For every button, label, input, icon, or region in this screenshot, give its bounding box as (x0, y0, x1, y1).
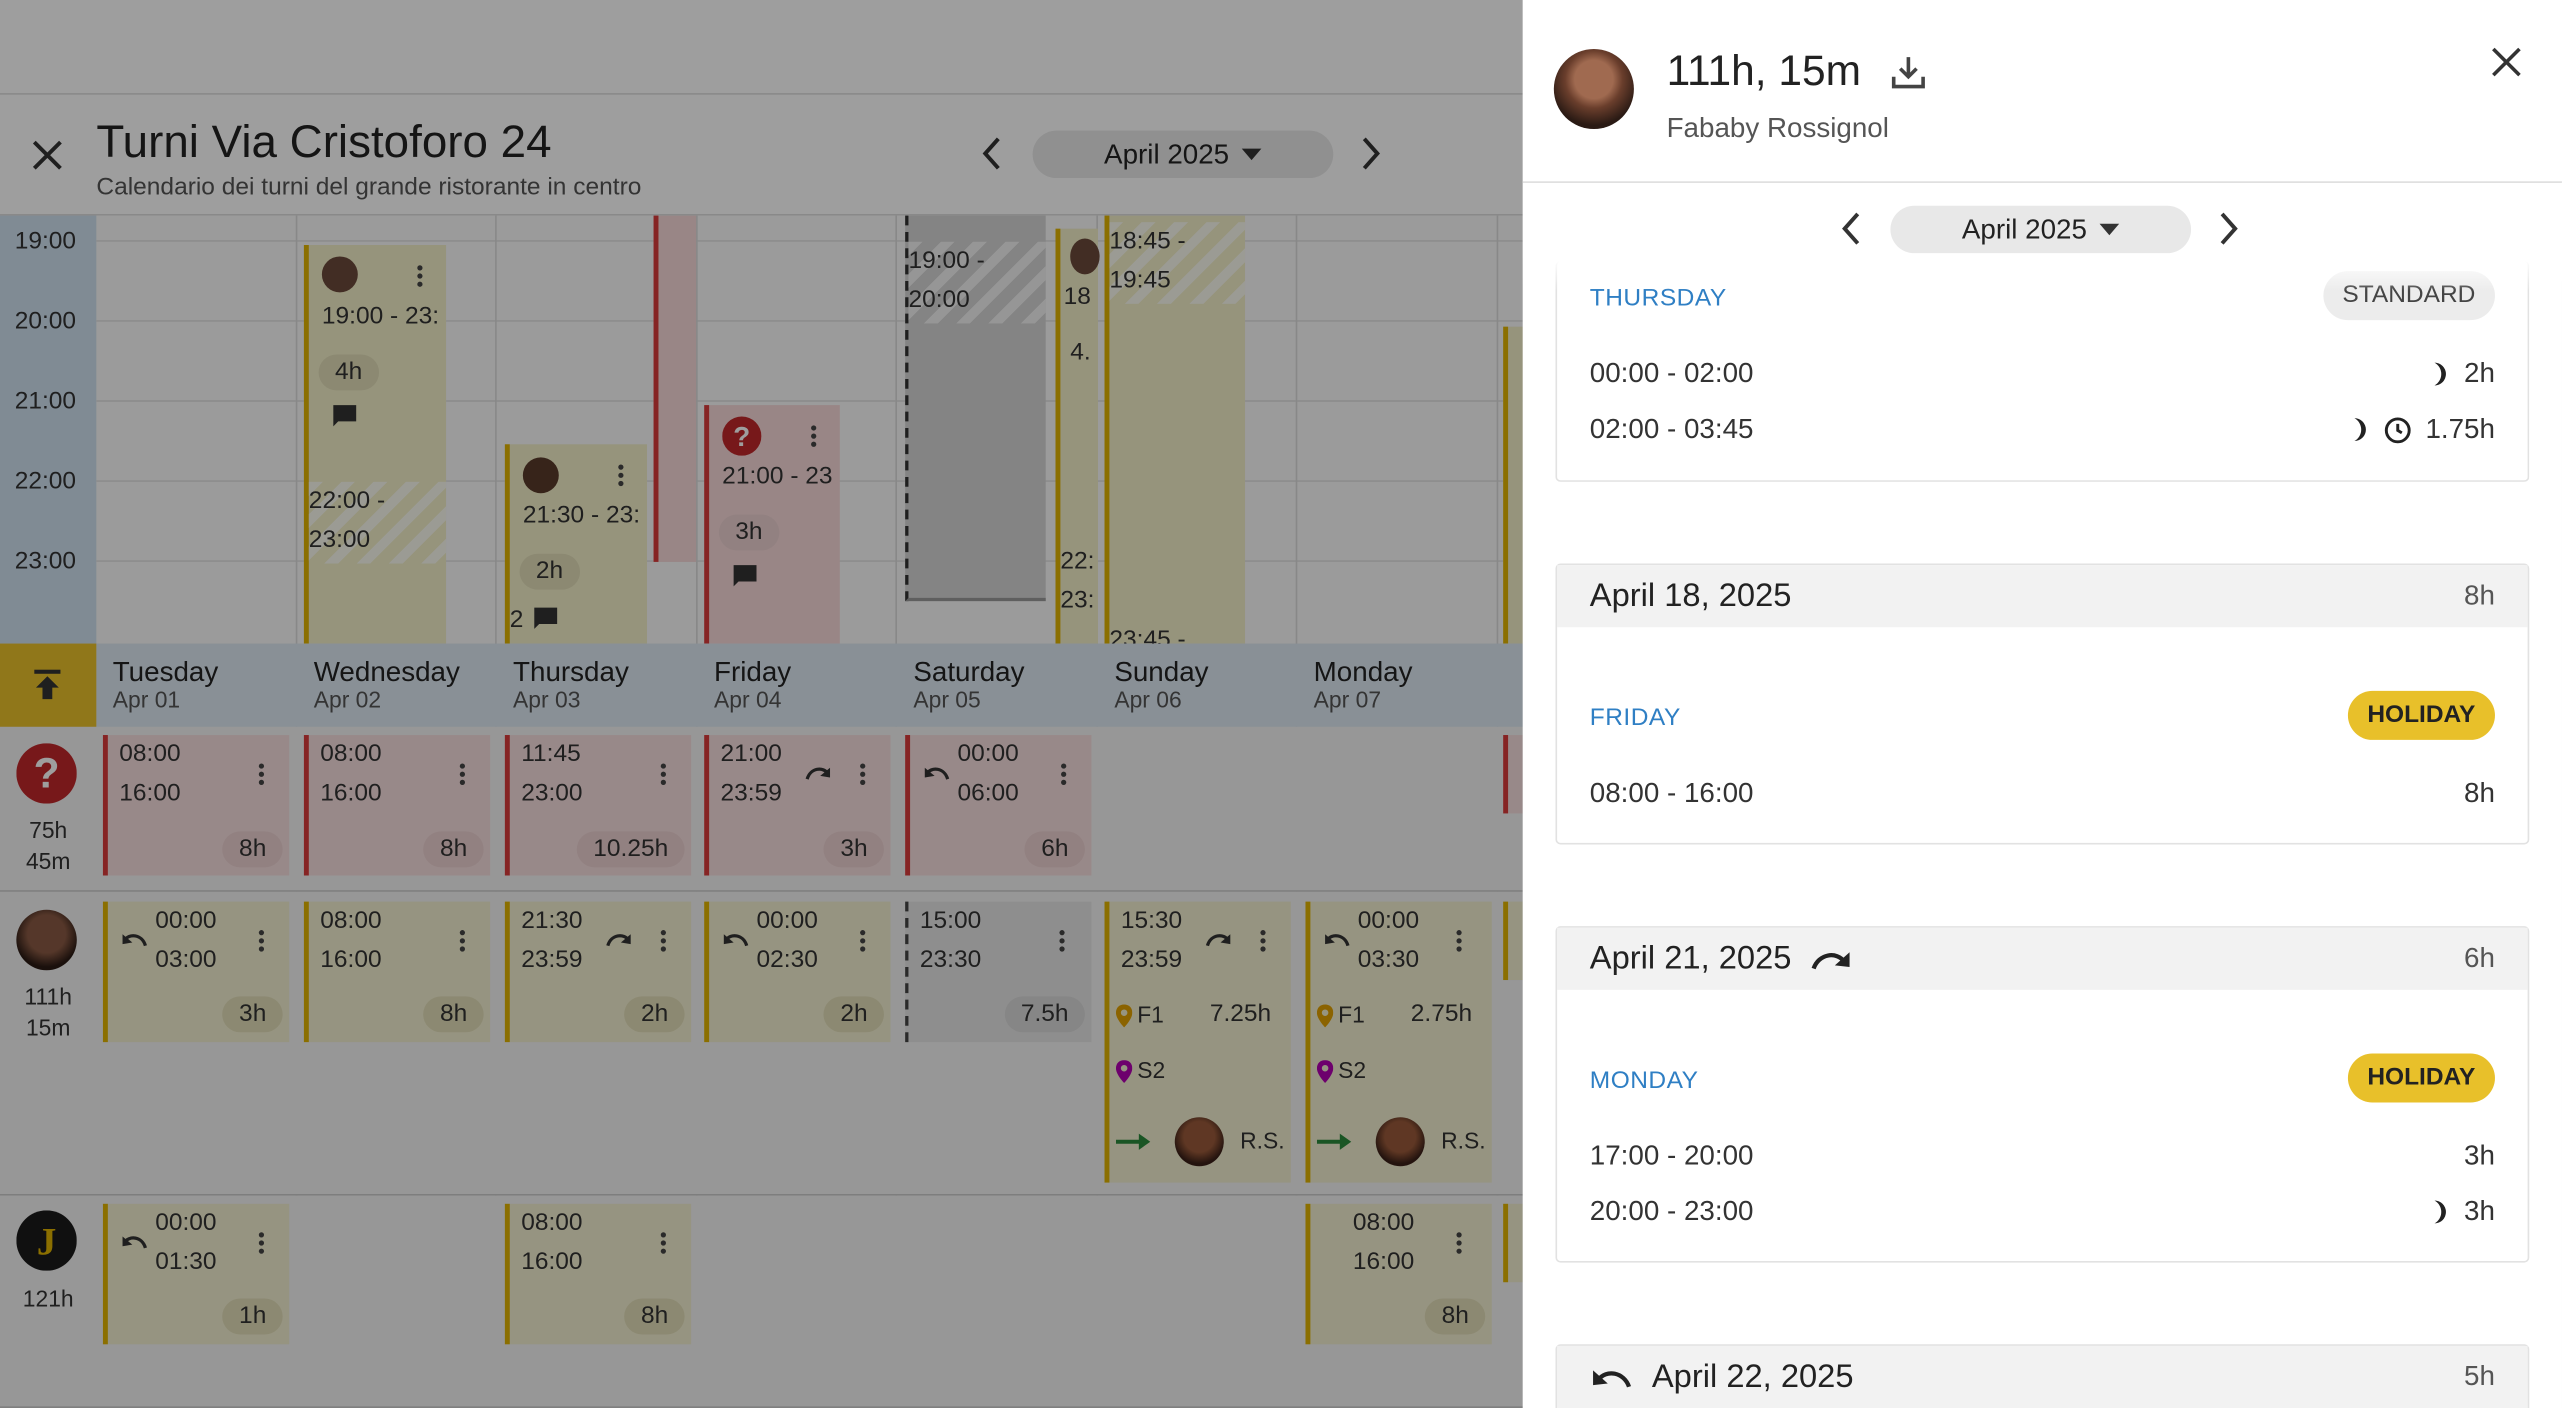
holiday-badge: HOLIDAY (2347, 690, 2495, 740)
time-range: 08:00 - 16:00 (1589, 777, 1754, 809)
panel-header: 111h, 15m Fababy Rossignol (1522, 0, 2562, 183)
moon-icon (2434, 1200, 2447, 1224)
time-entry: 00:00 - 02:00 2h (1590, 358, 2495, 391)
time-entry: 08:00 - 16:00 8h (1590, 777, 2495, 810)
entry-hours: 3h (2464, 1140, 2495, 1172)
time-range: 00:00 - 02:00 (1589, 357, 1754, 389)
card-date-header: April 21, 2025 6h (1557, 927, 2528, 990)
clock-icon (2385, 416, 2412, 443)
card-date-header: April 18, 2025 8h (1557, 565, 2528, 628)
day-card: April 21, 2025 6h MONDAY HOLIDAY 17:00 -… (1555, 926, 2530, 1263)
entry-hours: 3h (2464, 1195, 2495, 1227)
employee-name: Fababy Rossignol (1666, 112, 1889, 144)
entry-hours: 1.75h (2425, 413, 2495, 445)
time-entry: 17:00 - 20:00 3h (1590, 1140, 2495, 1173)
card-date: April 22, 2025 (1651, 1358, 1854, 1395)
panel-month-selector[interactable]: April 2025 (1890, 205, 2192, 254)
day-card: THURSDAY STANDARD 00:00 - 02:00 2h 02:00… (1555, 261, 2530, 482)
close-icon[interactable] (2490, 46, 2523, 79)
day-card: April 22, 2025 5h (1555, 1344, 2530, 1408)
panel-total-hours: 111h, 15m (1666, 45, 1862, 95)
time-entry: 20:00 - 23:00 3h (1590, 1196, 2495, 1229)
overnight-prev-icon (1593, 1370, 1632, 1388)
overnight-next-icon (1812, 952, 1851, 970)
panel-month-label: April 2025 (1961, 213, 2087, 245)
download-icon[interactable] (1889, 52, 1928, 91)
entry-hours: 8h (2464, 777, 2495, 809)
employee-hours-panel: 111h, 15m Fababy Rossignol April 2025 TH… (1522, 0, 2562, 1408)
moon-icon (2355, 418, 2367, 442)
card-date-header: April 22, 2025 5h (1557, 1345, 2528, 1408)
time-range: 20:00 - 23:00 (1589, 1195, 1754, 1227)
day-card: April 18, 2025 8h FRIDAY HOLIDAY 08:00 -… (1555, 563, 2530, 845)
card-date: April 18, 2025 (1589, 577, 1792, 614)
modal-backdrop[interactable] (0, 0, 1523, 1408)
moon-icon (2434, 362, 2447, 386)
avatar (1553, 49, 1634, 130)
card-total: 5h (2464, 1360, 2495, 1392)
card-total: 8h (2464, 579, 2495, 611)
chevron-down-icon (2100, 223, 2120, 236)
card-date: April 21, 2025 (1589, 940, 1792, 976)
app-stage: Turni Via Cristoforo 24 Calendario dei t… (0, 0, 2562, 1408)
card-total: 6h (2464, 942, 2495, 974)
next-month-icon[interactable] (2214, 209, 2243, 248)
weekday-label: MONDAY (1589, 1066, 1699, 1095)
time-range: 17:00 - 20:00 (1589, 1140, 1754, 1172)
weekday-label: FRIDAY (1589, 703, 1681, 732)
holiday-badge: HOLIDAY (2347, 1053, 2495, 1103)
entry-hours: 2h (2464, 357, 2495, 389)
time-range: 02:00 - 03:45 (1589, 413, 1754, 445)
prev-month-icon[interactable] (1837, 209, 1866, 248)
time-entry: 02:00 - 03:45 1.75h (1590, 413, 2495, 446)
